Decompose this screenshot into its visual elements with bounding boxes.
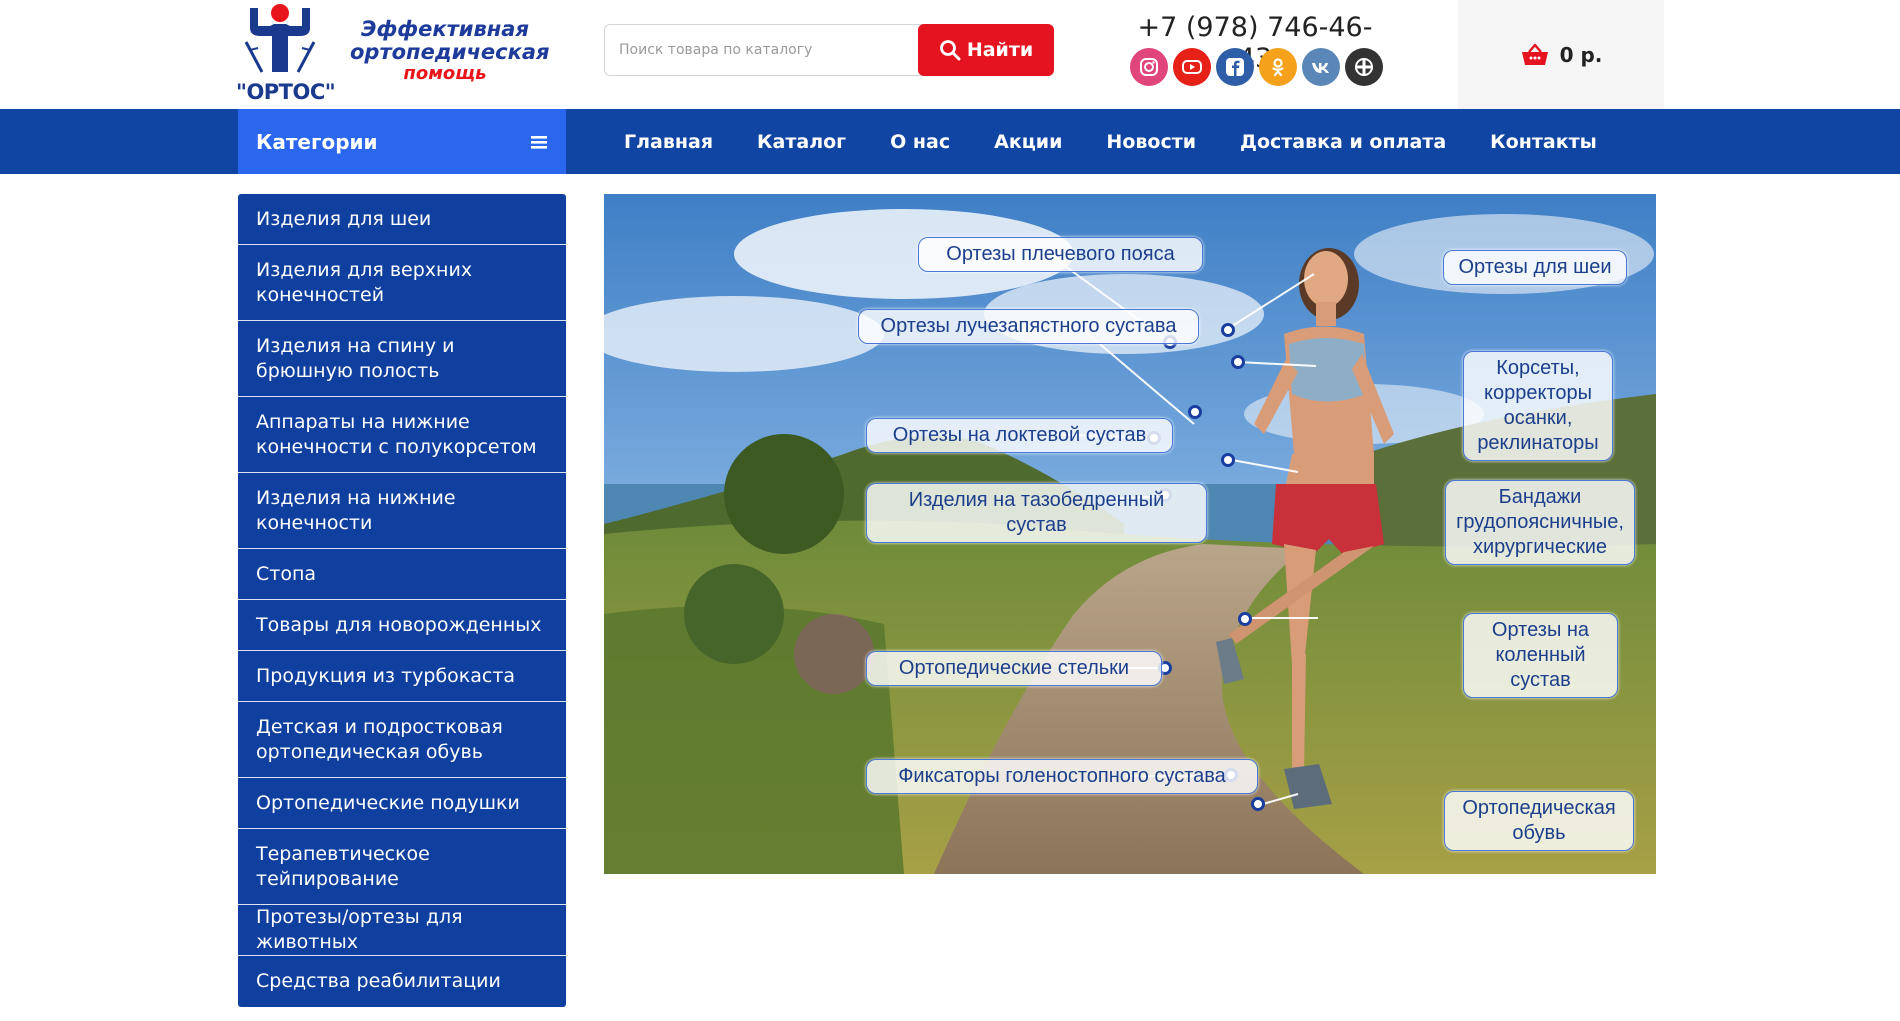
cart-button[interactable]: 0 р. [1458, 0, 1664, 109]
search-icon [939, 40, 961, 61]
hero-label-elbow-orthoses[interactable]: Ортезы на локтевой сустав [866, 418, 1173, 453]
nav-item-contacts[interactable]: Контакты [1490, 131, 1597, 153]
logo[interactable]: "ОРТОС" [236, 2, 336, 106]
sidebar-item-kids-shoes[interactable]: Детская и подростковая ортопедическая об… [238, 702, 566, 778]
cart-total: 0 р. [1559, 42, 1603, 67]
vk-icon[interactable] [1302, 48, 1340, 86]
logo-text: "ОРТОС" [236, 80, 336, 104]
odnoklassniki-icon[interactable] [1259, 48, 1297, 86]
social-links [1130, 48, 1383, 86]
categories-button[interactable]: Категории [238, 109, 566, 174]
sidebar-item-pillows[interactable]: Ортопедические подушки [238, 778, 566, 829]
tagline-line2: ортопедическая [350, 40, 550, 64]
sidebar-item-foot[interactable]: Стопа [238, 549, 566, 600]
sidebar-item-upper-limbs[interactable]: Изделия для верхних конечностей [238, 245, 566, 321]
hero-dot-chest [1231, 355, 1245, 369]
hero-label-bandages[interactable]: Бандажи грудопоясничные, хирургические [1445, 480, 1635, 565]
hero-label-insoles[interactable]: Ортопедические стельки [866, 651, 1162, 686]
tagline-line1: Эффективная [361, 17, 529, 41]
category-sidebar: Изделия для шеи Изделия для верхних коне… [238, 194, 566, 1007]
hero-dot-shoe [1251, 797, 1265, 811]
site-header: "ОРТОС" Эффективная ортопедическая помощ… [0, 0, 1900, 109]
instagram-icon[interactable] [1130, 48, 1168, 86]
nav-item-about[interactable]: О нас [890, 131, 950, 153]
nav-item-catalog[interactable]: Каталог [757, 131, 846, 153]
sidebar-item-neck[interactable]: Изделия для шеи [238, 194, 566, 245]
nav-item-news[interactable]: Новости [1106, 131, 1196, 153]
hero-label-wrist-orthoses[interactable]: Ортезы лучезапястного сустава [858, 309, 1199, 344]
sidebar-item-taping[interactable]: Терапевтическое тейпирование [238, 829, 566, 905]
hero-label-corsets[interactable]: Корсеты, корректоры осанки, реклинаторы [1463, 351, 1613, 461]
basket-icon [1521, 43, 1548, 65]
facebook-icon[interactable] [1216, 48, 1254, 86]
nav-menu: Главная Каталог О нас Акции Новости Дост… [602, 109, 1619, 174]
tagline-line3: помощь [403, 63, 487, 84]
hero-label-shoulder-orthoses[interactable]: Ортезы плечевого пояса [918, 237, 1203, 272]
nav-item-delivery[interactable]: Доставка и оплата [1240, 131, 1446, 153]
sidebar-item-lower-limbs[interactable]: Изделия на нижние конечности [238, 473, 566, 549]
hero-label-knee-orthoses[interactable]: Ортезы на коленный сустав [1463, 613, 1618, 698]
hero-dot-wrist [1188, 405, 1202, 419]
other-social-icon[interactable] [1345, 48, 1383, 86]
hero-dot-knee [1238, 612, 1252, 626]
hero-dot-neck [1221, 323, 1235, 337]
main-nav: Категории Главная Каталог О нас Акции Но… [0, 109, 1900, 174]
sidebar-item-rehabilitation[interactable]: Средства реабилитации [238, 956, 566, 1007]
nav-item-promotions[interactable]: Акции [994, 131, 1062, 153]
nav-item-home[interactable]: Главная [624, 131, 713, 153]
hero-label-orthopedic-shoes[interactable]: Ортопедическая обувь [1444, 791, 1634, 851]
search-bar: Найти [604, 24, 1054, 76]
sidebar-item-animals[interactable]: Протезы/ортезы для животных [238, 905, 566, 956]
hero-label-ankle-fixators[interactable]: Фиксаторы голеностопного сустава [866, 759, 1258, 794]
search-button[interactable]: Найти [918, 24, 1054, 76]
tagline: Эффективная ортопедическая помощь [350, 17, 550, 84]
hero-banner[interactable]: Ортезы плечевого пояса Ортезы лучезапяст… [604, 194, 1656, 874]
sidebar-item-lower-limb-braces[interactable]: Аппараты на нижние конечности с полукорс… [238, 397, 566, 473]
hero-label-neck-orthoses[interactable]: Ортезы для шеи [1443, 250, 1627, 285]
search-input[interactable] [604, 24, 926, 76]
sidebar-item-back-abdomen[interactable]: Изделия на спину и брюшную полость [238, 321, 566, 397]
hamburger-icon [531, 135, 547, 149]
youtube-icon[interactable] [1173, 48, 1211, 86]
hero-label-hip-products[interactable]: Изделия на тазобедренный сустав [866, 483, 1207, 543]
logo-emblem [244, 4, 316, 73]
categories-label: Категории [256, 129, 378, 154]
hero-dot-waist [1221, 453, 1235, 467]
search-button-label: Найти [966, 39, 1034, 61]
sidebar-item-turbocast[interactable]: Продукция из турбокаста [238, 651, 566, 702]
sidebar-item-newborns[interactable]: Товары для новорожденных [238, 600, 566, 651]
